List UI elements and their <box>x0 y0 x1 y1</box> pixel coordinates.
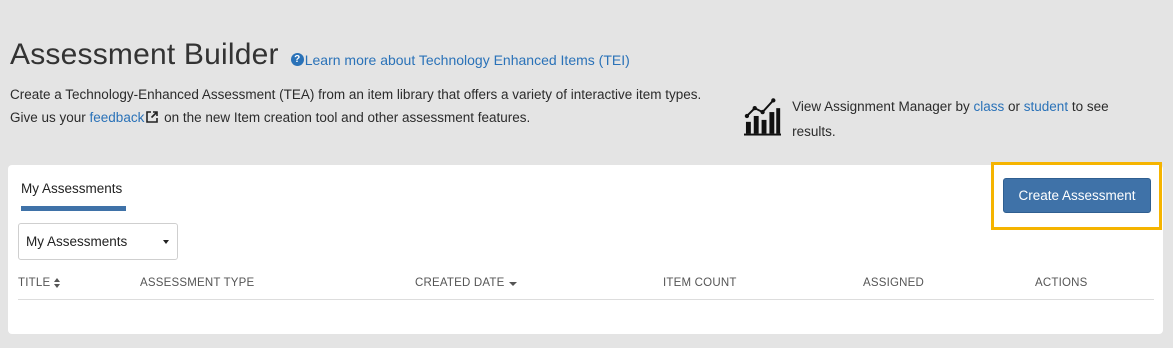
table-header: TITLE ASSESSMENT TYPE CREATED DATE ITEM … <box>18 277 1154 300</box>
column-assessment-type-label: ASSESSMENT TYPE <box>140 277 255 289</box>
caret-down-icon <box>163 240 169 244</box>
feedback-link[interactable]: feedback <box>90 110 145 125</box>
sort-icon <box>54 278 61 288</box>
column-assigned-label: ASSIGNED <box>863 277 925 289</box>
assignment-manager-info: View Assignment Manager by class or stud… <box>744 94 1144 144</box>
page-header: Assessment Builder ? Learn more about Te… <box>10 38 1160 72</box>
column-actions: ACTIONS <box>1035 277 1088 289</box>
column-title[interactable]: TITLE <box>18 277 61 289</box>
create-assessment-button[interactable]: Create Assessment <box>1003 178 1151 213</box>
manager-or: or <box>1004 99 1024 114</box>
question-circle-icon: ? <box>290 53 304 66</box>
manager-prefix: View Assignment Manager by <box>792 99 974 114</box>
assessments-panel: My Assessments My Assessments TITLE ASSE… <box>8 165 1163 334</box>
column-actions-label: ACTIONS <box>1035 277 1088 289</box>
page-title: Assessment Builder <box>10 38 279 71</box>
filter-selected-value: My Assessments <box>26 234 128 249</box>
column-item-count-label: ITEM COUNT <box>663 277 737 289</box>
column-assigned: ASSIGNED <box>863 277 924 289</box>
class-link[interactable]: class <box>974 99 1005 114</box>
tab-my-assessments[interactable]: My Assessments <box>21 181 122 196</box>
learn-more-link[interactable]: ? Learn more about Technology Enhanced I… <box>290 51 630 68</box>
bar-chart-icon <box>744 98 782 136</box>
column-item-count: ITEM COUNT <box>663 277 737 289</box>
student-link[interactable]: student <box>1024 99 1068 114</box>
column-title-label: TITLE <box>18 277 51 289</box>
assignment-manager-text: View Assignment Manager by class or stud… <box>792 94 1144 144</box>
column-assessment-type: ASSESSMENT TYPE <box>140 277 254 289</box>
feedback-suffix: on the new Item creation tool and other … <box>160 109 531 125</box>
column-created-date-label: CREATED DATE <box>415 277 505 289</box>
active-tab-indicator <box>21 206 126 211</box>
description: Create a Technology-Enhanced Assessment … <box>10 84 730 129</box>
description-line-2: Give us your feedback on the new Item cr… <box>10 107 730 130</box>
column-created-date[interactable]: CREATED DATE <box>415 277 517 289</box>
sort-desc-icon <box>508 282 517 286</box>
learn-more-label: Learn more about Technology Enhanced Ite… <box>304 51 630 68</box>
feedback-prefix: Give us your <box>10 109 90 125</box>
external-link-icon[interactable] <box>146 110 159 123</box>
description-line-1: Create a Technology-Enhanced Assessment … <box>10 87 702 102</box>
assessment-filter-select[interactable]: My Assessments <box>18 223 178 260</box>
title-row: Assessment Builder ? Learn more about Te… <box>10 38 1160 72</box>
